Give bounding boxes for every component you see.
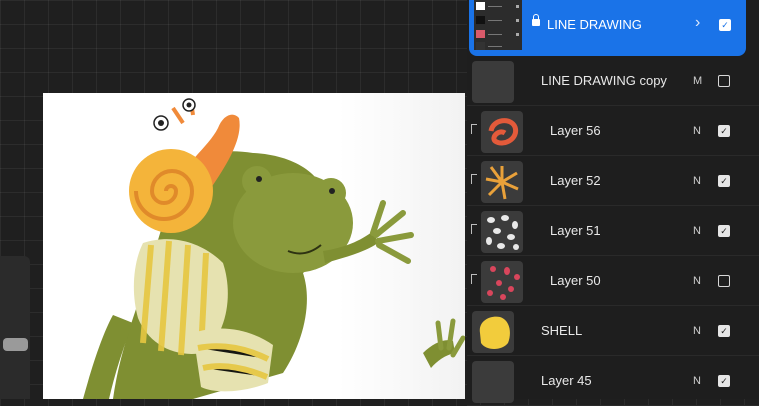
layers-panel: LINE DRAWING › ✓ LINE DRAWING copy M Lay… <box>467 0 759 406</box>
clipping-mask-icon <box>471 124 477 134</box>
layer-thumbnail <box>481 261 523 303</box>
clipping-mask-icon <box>471 224 477 234</box>
layer-row[interactable]: Layer 56 N ✓ <box>467 106 759 156</box>
layer-visibility-checkbox[interactable] <box>718 275 730 287</box>
blend-mode-label[interactable]: N <box>693 306 701 356</box>
clipping-mask-icon <box>471 174 477 184</box>
layer-row[interactable]: LINE DRAWING copy M <box>467 56 759 106</box>
layer-row[interactable]: Layer 50 N <box>467 256 759 306</box>
layer-row[interactable]: Layer 51 N ✓ <box>467 206 759 256</box>
layer-row-active[interactable]: LINE DRAWING › ✓ <box>469 0 746 56</box>
clipping-mask-icon <box>471 274 477 284</box>
layer-visibility-checkbox[interactable]: ✓ <box>718 375 730 387</box>
layer-thumbnail <box>474 0 522 50</box>
blend-mode-label[interactable]: N <box>693 156 701 206</box>
layer-thumbnail <box>481 211 523 253</box>
layer-name: LINE DRAWING <box>547 17 642 32</box>
layer-visibility-checkbox[interactable]: ✓ <box>718 175 730 187</box>
layer-thumbnail <box>472 311 514 353</box>
frog-snail-illustration <box>83 98 465 399</box>
layer-row[interactable]: Layer 52 N ✓ <box>467 156 759 206</box>
drawing-canvas[interactable] <box>43 93 465 399</box>
blend-mode-label[interactable]: N <box>693 206 701 256</box>
layer-visibility-checkbox[interactable] <box>718 75 730 87</box>
layer-visibility-checkbox[interactable]: ✓ <box>719 19 731 31</box>
chevron-right-icon[interactable]: › <box>695 14 700 32</box>
layer-thumbnail <box>481 161 523 203</box>
layer-visibility-checkbox[interactable]: ✓ <box>718 125 730 137</box>
layer-name: SHELL <box>541 323 583 338</box>
blend-mode-label[interactable]: M <box>693 56 702 106</box>
layer-visibility-checkbox[interactable]: ✓ <box>718 225 730 237</box>
layer-visibility-checkbox[interactable]: ✓ <box>718 325 730 337</box>
layer-row[interactable]: SHELL N ✓ <box>467 306 759 356</box>
layer-name: Layer 56 <box>550 123 601 138</box>
blend-mode-label[interactable]: N <box>693 256 701 306</box>
blend-mode-label[interactable]: N <box>693 106 701 156</box>
layer-thumbnail <box>481 111 523 153</box>
brush-size-slider[interactable] <box>0 256 30 399</box>
layer-name: Layer 51 <box>550 223 601 238</box>
layer-thumbnail <box>472 61 514 103</box>
layer-name: LINE DRAWING copy <box>541 73 667 88</box>
layer-name: Layer 52 <box>550 173 601 188</box>
layer-name: Layer 50 <box>550 273 601 288</box>
slider-handle[interactable] <box>3 338 28 351</box>
layer-thumbnail <box>472 361 514 403</box>
lock-icon <box>532 14 540 26</box>
